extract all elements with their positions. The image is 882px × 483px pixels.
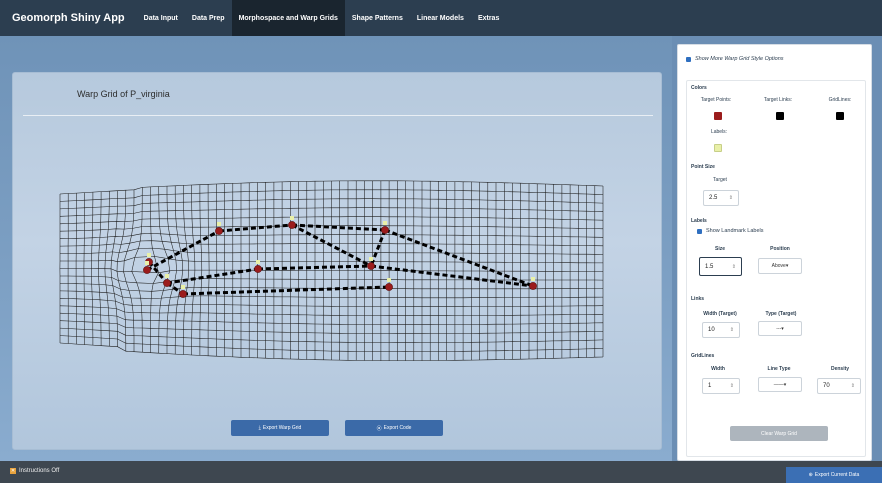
label-position-select[interactable]: Above ▾ (758, 258, 802, 274)
landmark-label-marker (256, 260, 260, 264)
gridline-col (158, 186, 170, 354)
show-more-options-checkbox[interactable]: Show More Warp Grid Style Options (686, 56, 784, 62)
show-landmark-labels-label: Show Landmark Labels (706, 228, 764, 234)
target-point (163, 279, 171, 287)
target-link (146, 229, 220, 272)
spinner-arrows-icon: ⇕ (850, 383, 855, 389)
link-type-select[interactable]: --- ▾ (758, 321, 802, 336)
target-point (529, 282, 537, 290)
export-warp-grid-button[interactable]: ⤓ Export Warp Grid (231, 420, 329, 436)
target-links-color-label: Target Links: (763, 97, 793, 103)
close-icon: ✕ (10, 468, 16, 474)
warp-grid-lines (59, 180, 604, 361)
spinner-arrows-icon: ⇕ (728, 195, 733, 201)
target-point (385, 283, 393, 291)
globe-icon: ⊕ (808, 472, 813, 478)
export-code-label: Export Code (383, 425, 412, 431)
target-point (254, 265, 262, 273)
export-current-data-button[interactable]: ⊕ Export Current Data (786, 467, 882, 483)
gridlines-color-label: GridLines: (828, 97, 852, 103)
landmark-label-marker (369, 257, 373, 261)
label-size-value: 1.5 (705, 263, 714, 270)
link-width-label: Width (Target) (703, 311, 737, 317)
checkbox-checked-icon (686, 56, 691, 62)
landmark-label-marker (147, 253, 151, 257)
show-more-options-label: Show More Warp Grid Style Options (695, 56, 784, 62)
link-width-value: 10 (708, 327, 715, 333)
instructions-label: Instructions Off (19, 468, 60, 474)
colors-heading: Colors (691, 85, 707, 91)
export-warp-grid-label: Export Warp Grid (262, 425, 302, 431)
link-type-label: Type (Target) (765, 311, 797, 317)
landmark-label-marker (387, 278, 391, 282)
target-point (381, 226, 389, 234)
landmark-label-marker (145, 261, 149, 265)
gridline-density-value: 70 (823, 383, 830, 389)
point-size-target-value: 2.5 (709, 195, 718, 201)
caret-down-icon: ▾ (781, 325, 784, 332)
show-landmark-labels-checkbox[interactable]: Show Landmark Labels (697, 228, 763, 234)
spinner-arrows-icon: ⇕ (731, 263, 736, 270)
instructions-toggle[interactable]: ✕ Instructions Off (10, 468, 59, 474)
gridline-type-select[interactable]: —— ▾ (758, 377, 802, 392)
label-size-label: Size (714, 246, 725, 252)
target-points-color-swatch[interactable] (714, 112, 722, 120)
gridline-width-input[interactable]: 1 ⇕ (702, 378, 740, 394)
label-position-value: Above (771, 263, 786, 269)
target-link (257, 264, 372, 271)
links-heading: Links (691, 296, 705, 302)
labels-heading: Labels (691, 218, 707, 224)
link-width-input[interactable]: 10 ⇕ (702, 322, 740, 338)
landmark-label-marker (165, 274, 169, 278)
spinner-arrows-icon: ⇕ (729, 327, 734, 333)
point-size-target-input[interactable]: 2.5 ⇕ (703, 190, 739, 206)
target-point (367, 262, 375, 270)
gridline-density-label: Density (830, 366, 850, 372)
label-position-label: Position (770, 246, 790, 252)
gridlines-color-swatch[interactable] (836, 112, 844, 120)
spinner-arrows-icon: ⇕ (729, 383, 734, 389)
footer-bar: ✕ Instructions Off (0, 461, 882, 483)
caret-down-icon: ▾ (783, 381, 787, 388)
clear-warp-grid-button[interactable]: Clear Warp Grid (730, 426, 828, 441)
labels-color-label: Labels: (710, 129, 728, 135)
gridline-col (131, 187, 143, 353)
landmark-label-marker (531, 277, 535, 281)
labels-color-swatch[interactable] (714, 144, 722, 152)
target-points-color-label: Target Points: (700, 97, 732, 103)
code-icon: ⦿ (376, 425, 382, 432)
export-code-button[interactable]: ⦿ Export Code (345, 420, 443, 436)
gridline-type-label: Line Type (767, 366, 791, 372)
label-size-input[interactable]: 1.5 ⇕ (699, 257, 742, 276)
gridline-width-value: 1 (708, 383, 712, 389)
target-point (179, 290, 187, 298)
checkbox-checked-icon (697, 228, 702, 234)
target-point (288, 221, 296, 229)
landmark-label-marker (217, 222, 221, 226)
target-link (166, 267, 259, 285)
gridline-width-label: Width (711, 366, 725, 372)
target-point (215, 227, 223, 235)
target-link (369, 229, 387, 267)
landmark-label-marker (181, 285, 185, 289)
gridline-density-input[interactable]: 70 ⇕ (817, 378, 861, 394)
target-links-color-swatch[interactable] (776, 112, 784, 120)
export-current-data-label: Export Current Data (814, 472, 860, 478)
landmark-label-marker (290, 216, 294, 220)
target-point (143, 266, 151, 274)
landmark-label-marker (383, 221, 387, 225)
download-icon: ⤓ (258, 425, 261, 431)
point-size-target-label: Target (713, 177, 727, 183)
gridlines-heading: GridLines (691, 353, 715, 359)
caret-down-icon: ▾ (785, 263, 789, 269)
gridline-type-value: —— (773, 381, 784, 388)
point-size-heading: Point Size (691, 164, 715, 170)
